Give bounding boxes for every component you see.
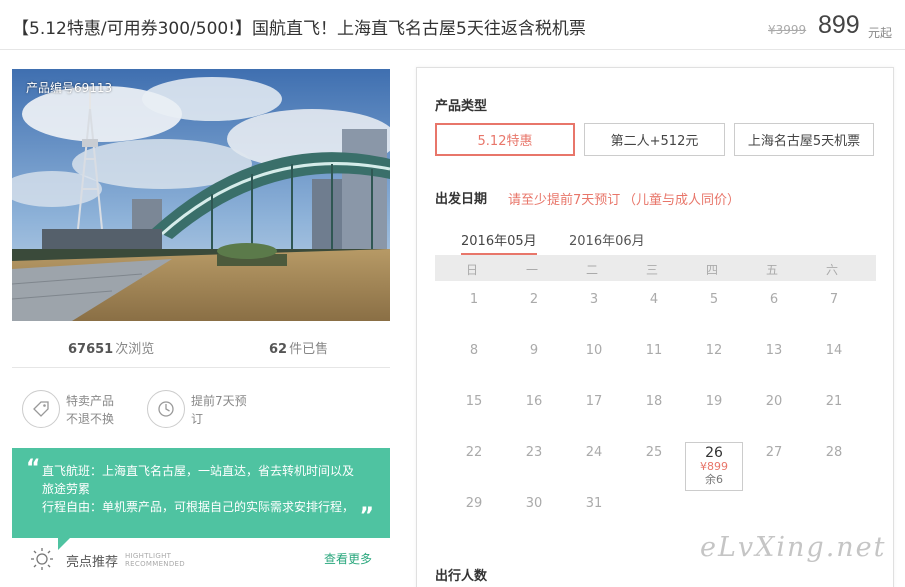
- calendar-day: 5: [709, 292, 719, 307]
- calendar-day: 14: [825, 343, 843, 358]
- product-stats: 67651 次浏览 62 件已售: [12, 322, 390, 368]
- calendar-weekday-header: 日 一 二 三 四 五 六: [435, 255, 876, 281]
- weekday-fri: 五: [765, 263, 778, 277]
- views-label: 次浏览: [115, 342, 155, 357]
- calendar-day: 8: [469, 343, 479, 358]
- product-type-label: 产品类型: [435, 99, 488, 114]
- weekday-tue: 二: [585, 263, 598, 277]
- calendar-day: 18: [645, 394, 663, 409]
- recommend-sub1: HIGHTLIGHT: [125, 552, 172, 560]
- advance-booking-hint: 请至少提前7天预订: [508, 193, 621, 208]
- weekday-sat: 六: [825, 263, 838, 277]
- calendar-day: 22: [465, 445, 483, 460]
- price-unit: 元起: [868, 26, 893, 40]
- calendar-day: 6: [769, 292, 779, 307]
- booking-panel: 产品类型 5.12特惠 第二人+512元 上海名古屋5天机票 出发日期 请至少提…: [416, 67, 894, 587]
- child-price-hint: （儿童与成人同价）: [623, 193, 741, 208]
- calendar-day: 9: [529, 343, 539, 358]
- quote-line1: 直飞航班：上海直飞名古屋，一站直达，省去转机时间以及: [42, 464, 355, 478]
- weekday-thu: 四: [705, 263, 718, 277]
- calendar-day: 31: [585, 496, 603, 511]
- clock-icon: [147, 390, 185, 428]
- calendar-day: 13: [765, 343, 783, 358]
- views-count: 67651: [68, 342, 114, 357]
- recommend-sub2: RECOMMENDED: [125, 560, 185, 568]
- selected-day-number: 26: [705, 445, 723, 461]
- calendar-day: 15: [465, 394, 483, 409]
- highlight-quote: “ 直飞航班：上海直飞名古屋，一站直达，省去转机时间以及 旅途劳累 行程自由：单…: [12, 448, 390, 550]
- sold-stat: 62 件已售: [269, 338, 328, 357]
- calendar-day: 19: [705, 394, 723, 409]
- open-quote-icon: “: [26, 456, 41, 481]
- close-quote-icon: ”: [359, 504, 374, 529]
- view-more-link[interactable]: 查看更多: [324, 550, 372, 567]
- departure-date-label: 出发日期: [435, 192, 488, 207]
- tab-month-may[interactable]: 2016年05月: [461, 230, 537, 255]
- calendar-day: 4: [649, 292, 659, 307]
- nagoya-scene-image: [12, 69, 390, 321]
- calendar-day: 3: [589, 292, 599, 307]
- recommend-label: 亮点推荐: [66, 555, 119, 570]
- tag-icon: [22, 390, 60, 428]
- calendar-day: 2: [529, 292, 539, 307]
- calendar-day: 10: [585, 343, 603, 358]
- current-price: 899: [818, 11, 860, 39]
- calendar-day: 17: [585, 394, 603, 409]
- type-option-special[interactable]: 5.12特惠: [435, 123, 575, 156]
- calendar-day: 11: [645, 343, 663, 358]
- calendar-day: 1: [469, 292, 479, 307]
- calendar-day: 23: [525, 445, 543, 460]
- weekday-mon: 一: [525, 263, 538, 277]
- weekday-sun: 日: [465, 263, 478, 277]
- recommend-bar: 亮点推荐 HIGHTLIGHT RECOMMENDED 查看更多: [30, 547, 375, 577]
- quote-line2: 旅途劳累: [42, 482, 91, 496]
- type-option-5day-ticket[interactable]: 上海名古屋5天机票: [734, 123, 874, 156]
- travelers-label: 出行人数: [435, 569, 488, 584]
- sold-count: 62: [269, 342, 288, 357]
- calendar-day: 27: [765, 445, 783, 460]
- header: 【5.12特惠/可用券300/500!】国航直飞！上海直飞名古屋5天往返含税机票…: [0, 0, 905, 50]
- views-stat: 67651 次浏览: [68, 338, 154, 357]
- product-number: 产品编号69113: [26, 81, 113, 95]
- feature-line1: 提前7天预: [191, 394, 247, 408]
- feature-line1: 特卖产品: [66, 394, 115, 408]
- original-price: ¥3999: [768, 23, 807, 37]
- product-photo[interactable]: 产品编号69113: [12, 69, 390, 321]
- sun-icon: [30, 547, 54, 575]
- calendar-day: 7: [829, 292, 839, 307]
- selected-day-remaining: 余6: [705, 473, 723, 486]
- calendar-day: 20: [765, 394, 783, 409]
- calendar-day: 30: [525, 496, 543, 511]
- calendar-day: 28: [825, 445, 843, 460]
- weekday-wed: 三: [645, 263, 658, 277]
- feature-line2: 订: [191, 412, 204, 426]
- calendar-day: 16: [525, 394, 543, 409]
- type-option-second-person[interactable]: 第二人+512元: [584, 123, 725, 156]
- selected-day-price: ¥899: [700, 460, 728, 473]
- page-title: 【5.12特惠/可用券300/500!】国航直飞！上海直飞名古屋5天往返含税机票: [12, 19, 586, 39]
- calendar-day: 25: [645, 445, 663, 460]
- tab-month-june[interactable]: 2016年06月: [569, 230, 645, 253]
- calendar-day-available[interactable]: 26 ¥899 余6: [685, 442, 743, 491]
- calendar-day: 29: [465, 496, 483, 511]
- calendar-day: 12: [705, 343, 723, 358]
- sold-label: 件已售: [289, 342, 329, 357]
- quote-line3: 行程自由：单机票产品，可根据自己的实际需求安排行程，: [42, 500, 355, 514]
- calendar-day: 21: [825, 394, 843, 409]
- feature-line2: 不退不换: [66, 412, 115, 426]
- recommend-sub: HIGHTLIGHT RECOMMENDED: [125, 552, 185, 568]
- watermark: eLvXing.net: [700, 532, 887, 563]
- calendar-day: 24: [585, 445, 603, 460]
